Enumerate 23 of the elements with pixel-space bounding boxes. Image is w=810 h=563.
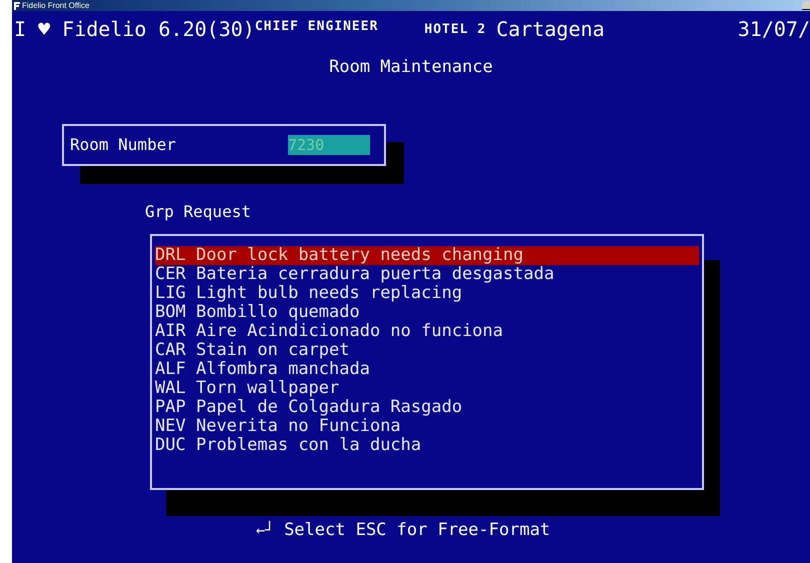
list-item[interactable]: NEV Neverita no Funciona [155,417,699,436]
window-title: Fidelio Front Office [22,2,90,10]
list-item[interactable]: DRL Door lock battery needs changing [155,246,699,265]
list-item[interactable]: DUC Problemas con la ducha [155,436,699,455]
list-item[interactable]: AIR Aire Acindicionado no funciona [155,322,699,341]
hotel-label: HOTEL 2 [424,23,486,36]
list-item[interactable]: BOM Bombillo quemado [155,303,699,322]
user-role: CHIEF ENGINEER [254,20,378,33]
list-title: Grp Request [145,202,251,221]
enter-key-icon: ←┘ [256,523,274,538]
field-label: Room Number [70,137,176,153]
list-item[interactable]: WAL Torn wallpaper [155,379,699,398]
app-icon [14,2,20,10]
screen-title: Room Maintenance [329,59,493,76]
list-item[interactable]: CAR Stain on carpet [155,341,699,360]
list-item[interactable]: ALF Alfombra manchada [155,360,699,379]
date: 31/07/ [738,19,810,39]
list-item[interactable]: PAP Papel de Colgadura Rasgado [155,398,699,417]
hotel-name: Cartagena [496,19,605,39]
app-version: I ♥ Fidelio 6.20(30) [14,19,255,39]
list-item[interactable]: LIG Light bulb needs replacing [155,284,699,303]
list-item[interactable]: CER Bateria cerradura puerta desgastada [155,265,699,284]
footer-hint: Select ESC for Free-Format [284,522,550,539]
